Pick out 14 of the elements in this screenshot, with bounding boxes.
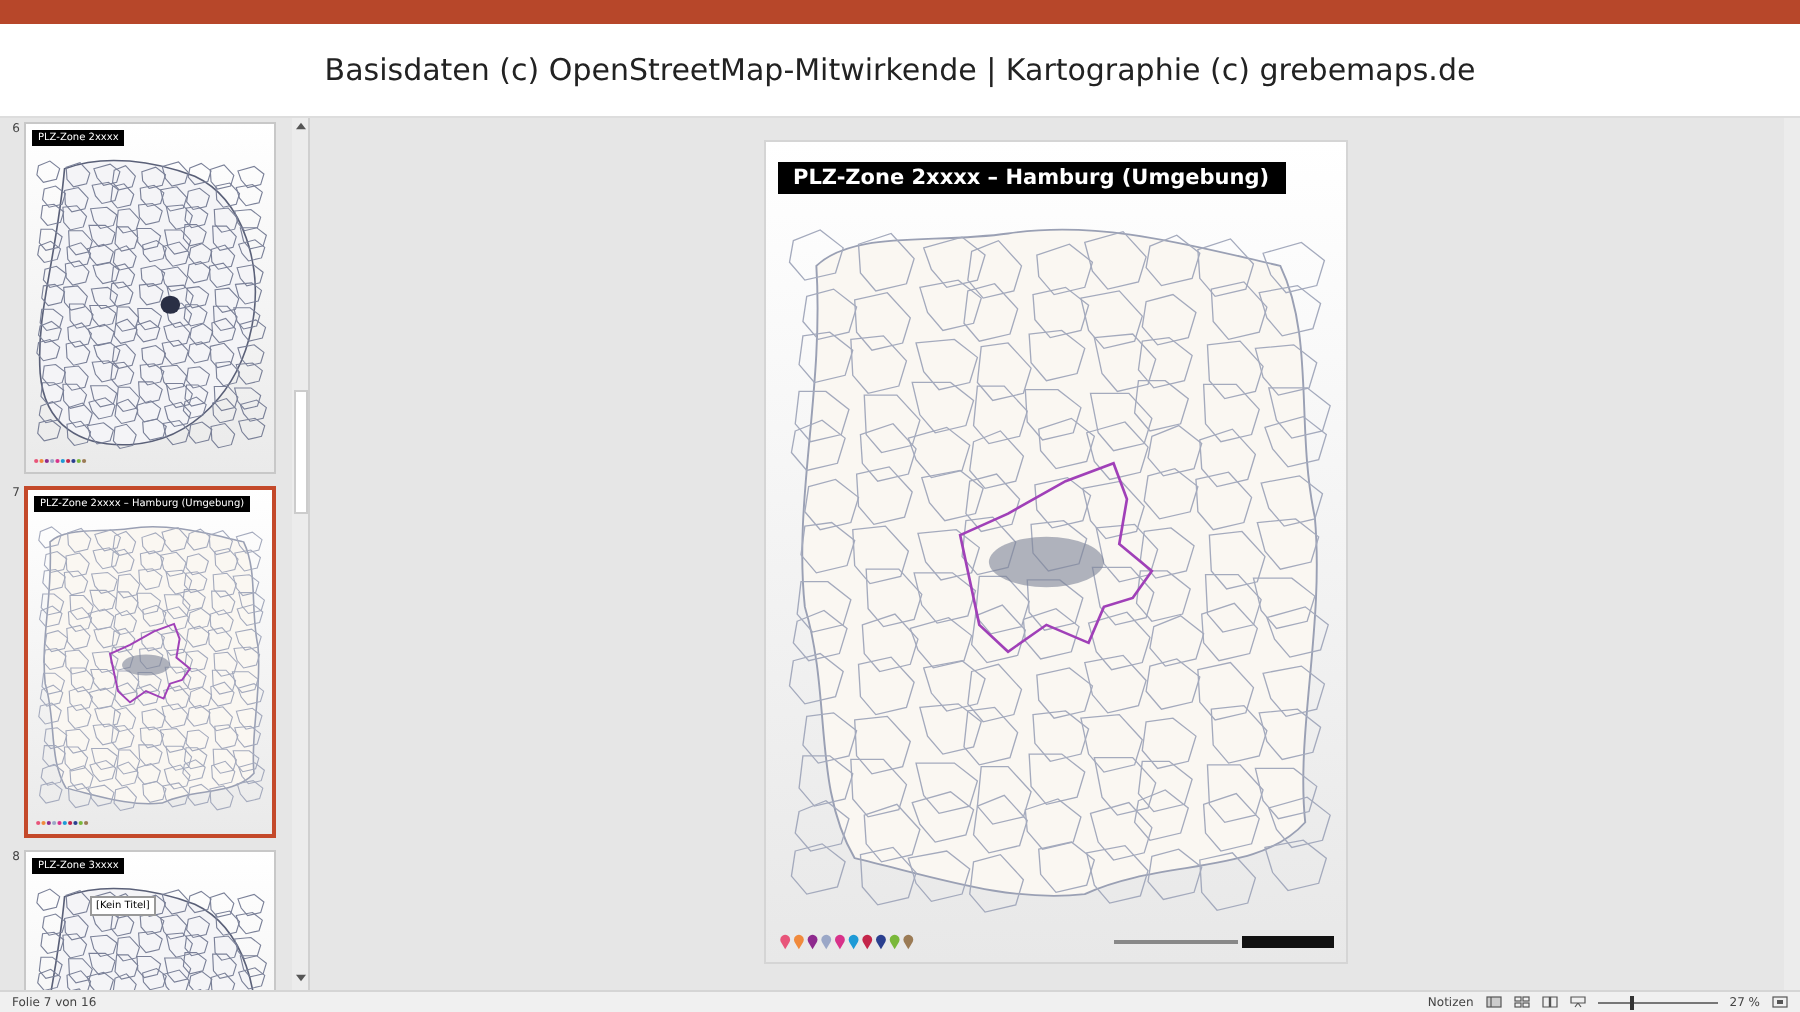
slide-title: PLZ-Zone 2xxxx – Hamburg (Umgebung) (777, 162, 1286, 194)
scroll-down-icon[interactable] (295, 974, 305, 982)
zoom-slider-thumb[interactable] (1629, 995, 1634, 1009)
grid-view-icon[interactable] (1513, 996, 1530, 1008)
attribution-text: Basisdaten (c) OpenStreetMap-Mitwirkende | Kartographie (c) grebemaps.de (324, 52, 1476, 88)
scrollbar-thumb[interactable] (293, 390, 307, 514)
book-icon[interactable] (1541, 996, 1558, 1008)
fit-to-window-icon[interactable] (1772, 996, 1788, 1008)
normal-view-icon[interactable] (1485, 996, 1502, 1008)
scroll-up-icon[interactable] (295, 122, 305, 130)
presentation-screen-icon[interactable] (1569, 996, 1586, 1008)
pin-legend-icon (34, 818, 90, 828)
scrollbar[interactable] (1784, 118, 1800, 990)
pin-legend-icon (32, 456, 88, 466)
